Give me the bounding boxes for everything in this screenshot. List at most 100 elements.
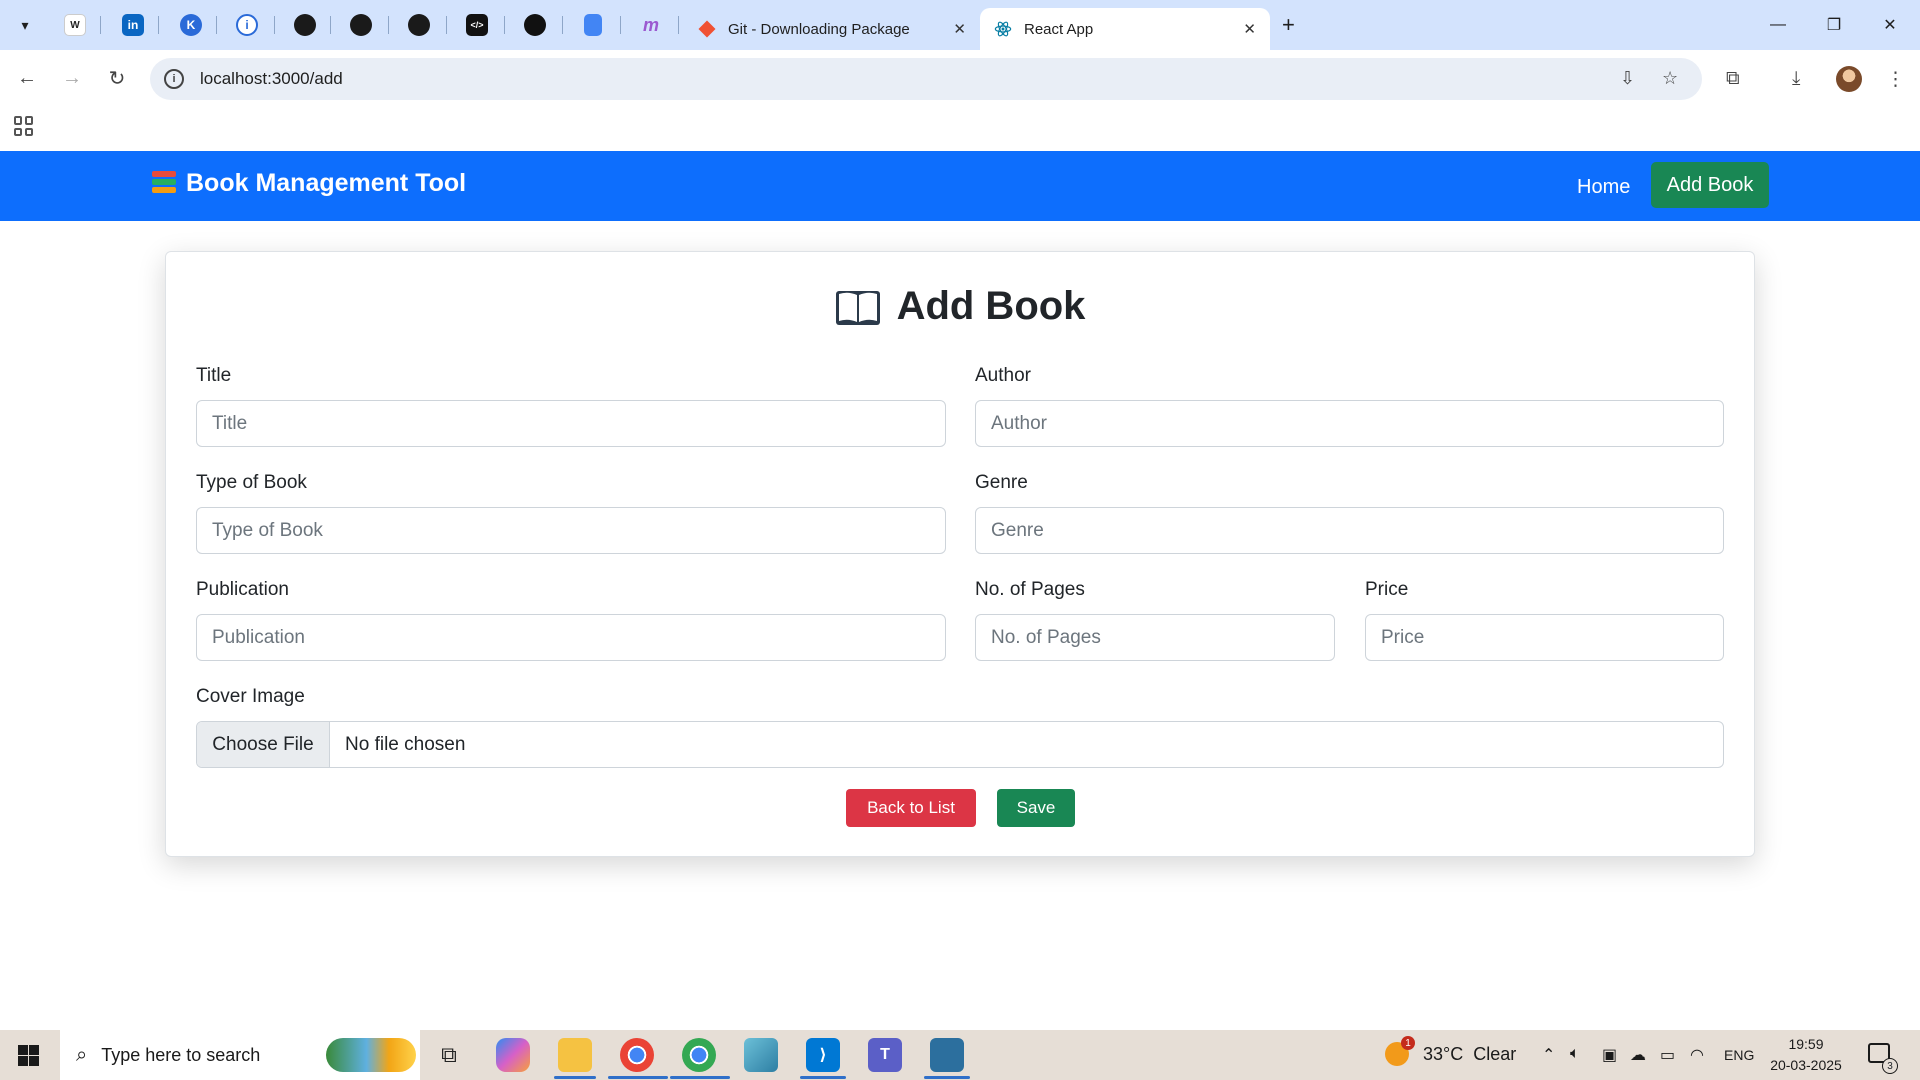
chrome-profile-icon[interactable] — [682, 1038, 716, 1072]
install-app-icon[interactable]: ⇩ — [1620, 68, 1635, 89]
pinned-tab-github-1[interactable] — [288, 10, 322, 40]
file-status-text: No file chosen — [345, 733, 466, 755]
active-app-indicator — [800, 1076, 846, 1079]
info-icon: i — [236, 14, 258, 36]
choose-file-button[interactable]: Choose File — [197, 722, 330, 767]
chrome-icon[interactable] — [620, 1038, 654, 1072]
pinned-tab-m[interactable]: m — [634, 10, 668, 40]
tab-close-icon[interactable]: ✕ — [1243, 20, 1256, 38]
forward-arrow-icon[interactable]: → — [57, 63, 87, 93]
bookmark-star-icon[interactable]: ☆ — [1662, 68, 1678, 89]
restore-icon[interactable]: ❐ — [1814, 10, 1854, 40]
windows-start-icon[interactable] — [18, 1045, 39, 1066]
active-app-indicator — [554, 1076, 596, 1079]
windows-taskbar: ⌕ Type here to search ⧉ ⟩ T 1 33°C Clear… — [0, 1030, 1920, 1080]
clock-time: 19:59 — [1788, 1036, 1824, 1052]
vscode-icon[interactable]: ⟩ — [806, 1038, 840, 1072]
search-icon: ⌕ — [76, 1043, 88, 1066]
pinned-tab-kick[interactable]: K — [174, 10, 208, 40]
browser-toolbar: ← → ↻ i localhost:3000/add ⇩ ☆ ⧉ ⤓ ⋮ — [0, 50, 1920, 108]
meet-now-icon[interactable]: ▣ — [1602, 1045, 1617, 1065]
kick-icon: K — [180, 14, 202, 36]
nav-home-link[interactable]: Home — [1577, 176, 1630, 199]
save-button[interactable]: Save — [997, 789, 1075, 827]
show-hidden-icons-chevron-icon[interactable]: ⌃ — [1542, 1045, 1555, 1065]
browser-menu-icon[interactable]: ⋮ — [1886, 68, 1905, 91]
back-arrow-icon[interactable]: ← — [12, 63, 42, 93]
address-bar[interactable]: i localhost:3000/add ⇩ ☆ — [150, 58, 1702, 100]
volume-icon[interactable]: 🔈︎ — [1570, 1045, 1580, 1063]
taskbar-search-placeholder: Type here to search — [101, 1044, 261, 1065]
pinned-tab-code[interactable]: </> — [460, 10, 494, 40]
minimize-icon[interactable]: — — [1758, 10, 1798, 40]
battery-icon[interactable]: ▭ — [1660, 1045, 1675, 1065]
taskbar-search-box[interactable]: ⌕ Type here to search — [60, 1030, 420, 1080]
teams-icon[interactable]: T — [868, 1038, 902, 1072]
author-input[interactable] — [975, 400, 1724, 447]
onedrive-cloud-icon[interactable]: ☁ — [1630, 1045, 1646, 1065]
downloads-icon[interactable]: ⤓ — [1792, 68, 1800, 90]
mysql-workbench-icon[interactable] — [930, 1038, 964, 1072]
pinned-tab-github-2[interactable] — [344, 10, 378, 40]
code-icon: </> — [466, 14, 488, 36]
weather-temp: 33°C — [1423, 1043, 1464, 1064]
wifi-icon[interactable]: ◠ — [1690, 1045, 1704, 1065]
brand-text: Book Management Tool — [186, 169, 467, 197]
brand[interactable]: Book Management Tool — [152, 169, 466, 198]
pinned-tab-info[interactable]: i — [230, 10, 264, 40]
weather-badge: 1 — [1401, 1036, 1415, 1050]
active-app-indicator — [670, 1076, 730, 1079]
pinned-tab-github-3[interactable] — [402, 10, 436, 40]
genre-input[interactable] — [975, 507, 1724, 554]
tab-close-icon[interactable]: ✕ — [953, 20, 966, 38]
language-indicator[interactable]: ENG — [1724, 1047, 1754, 1063]
notification-count: 3 — [1882, 1058, 1898, 1074]
active-app-indicator — [608, 1076, 668, 1079]
reload-icon[interactable]: ↻ — [102, 63, 132, 93]
new-tab-plus-icon[interactable]: + — [1282, 12, 1295, 38]
app-navbar: Book Management Tool Home Add Book — [0, 151, 1920, 221]
browser-tabstrip: ▾ W in K i </> m Git - Downloading Packa… — [0, 0, 1920, 50]
tab-search-chevron-icon[interactable]: ▾ — [10, 10, 40, 40]
github-icon — [408, 14, 430, 36]
clock-date: 20-03-2025 — [1770, 1057, 1842, 1073]
pages-input[interactable] — [975, 614, 1335, 661]
file-explorer-icon[interactable] — [558, 1038, 592, 1072]
open-book-icon — [835, 287, 881, 327]
nav-add-book-button[interactable]: Add Book — [1651, 162, 1769, 208]
wikipedia-icon: W — [64, 14, 86, 36]
page-title: Add Book — [166, 284, 1754, 329]
type-of-book-label: Type of Book — [196, 472, 307, 493]
window-close-icon[interactable]: ✕ — [1870, 10, 1910, 40]
price-input[interactable] — [1365, 614, 1724, 661]
copilot-icon[interactable] — [496, 1038, 530, 1072]
tab-git-downloading[interactable]: Git - Downloading Package ✕ — [684, 8, 980, 50]
title-input[interactable] — [196, 400, 946, 447]
author-label: Author — [975, 365, 1031, 386]
git-icon — [698, 20, 716, 38]
add-book-card: Add Book Title Author Type of Book Genre… — [165, 251, 1755, 857]
type-of-book-input[interactable] — [196, 507, 946, 554]
url-text: localhost:3000/add — [200, 69, 343, 88]
profile-avatar[interactable] — [1836, 66, 1862, 92]
task-view-icon[interactable]: ⧉ — [432, 1038, 466, 1072]
linkedin-icon: in — [122, 14, 144, 36]
notepad-icon[interactable] — [744, 1038, 778, 1072]
pinned-tab-openai[interactable] — [518, 10, 552, 40]
extensions-puzzle-icon[interactable]: ⧉ — [1726, 68, 1740, 90]
site-info-icon[interactable]: i — [164, 69, 184, 89]
apps-grid-icon[interactable] — [14, 116, 34, 136]
weather-widget[interactable]: 1 33°C Clear — [1385, 1036, 1516, 1066]
tab-title: React App — [1024, 20, 1094, 38]
back-to-list-button[interactable]: Back to List — [846, 789, 976, 827]
tab-react-app[interactable]: React App ✕ — [980, 8, 1270, 50]
price-label: Price — [1365, 579, 1409, 600]
page-title-text: Add Book — [896, 284, 1086, 328]
publication-input[interactable] — [196, 614, 946, 661]
cover-image-file-input[interactable]: Choose File No file chosen — [196, 721, 1724, 768]
pinned-tab-docs[interactable] — [576, 10, 610, 40]
taskbar-clock[interactable]: 19:59 20-03-2025 — [1766, 1034, 1846, 1076]
pinned-tab-wikipedia[interactable]: W — [58, 10, 92, 40]
pinned-tab-linkedin[interactable]: in — [116, 10, 150, 40]
title-label: Title — [196, 365, 232, 386]
